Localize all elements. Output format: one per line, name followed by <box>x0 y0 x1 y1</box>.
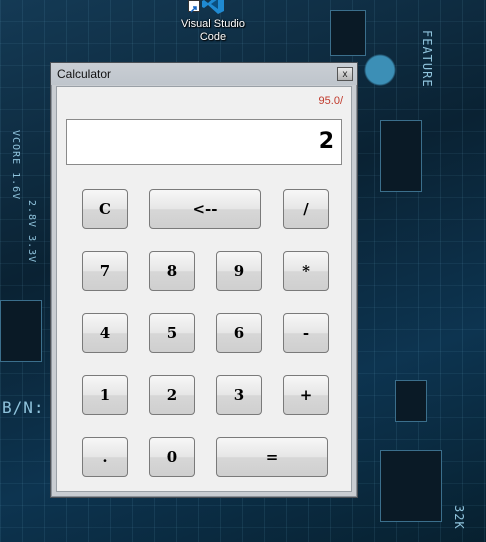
add-button[interactable]: + <box>283 375 329 415</box>
board-text: 2.8V 3.3V <box>26 200 37 264</box>
digit-9-button[interactable]: 9 <box>216 251 262 291</box>
calculator-body: 95.0/ 2 C <-- / 7 8 9 * 4 5 6 - 1 2 3 + … <box>56 86 352 492</box>
clear-button[interactable]: C <box>82 189 128 229</box>
board-chip <box>380 120 422 192</box>
close-button[interactable]: x <box>337 67 353 81</box>
digit-1-button[interactable]: 1 <box>82 375 128 415</box>
digit-7-button[interactable]: 7 <box>82 251 128 291</box>
multiply-button[interactable]: * <box>283 251 329 291</box>
window-title: Calculator <box>57 67 112 81</box>
backspace-button[interactable]: <-- <box>149 189 261 229</box>
digit-6-button[interactable]: 6 <box>216 313 262 353</box>
decimal-button[interactable]: . <box>82 437 128 477</box>
digit-8-button[interactable]: 8 <box>149 251 195 291</box>
digit-5-button[interactable]: 5 <box>149 313 195 353</box>
version-label: 95.0/ <box>318 95 343 107</box>
subtract-button[interactable]: - <box>283 313 329 353</box>
desktop-icon-vscode[interactable]: Visual Studio Code <box>176 0 250 50</box>
board-chip <box>380 450 442 522</box>
board-chip <box>395 380 427 422</box>
board-text: B/N: <box>2 398 45 417</box>
title-bar[interactable]: Calculator x <box>51 63 357 85</box>
board-text: VCORE 1.6V <box>10 130 21 201</box>
result-display[interactable]: 2 <box>66 119 342 165</box>
desktop-icon-label: Visual Studio Code <box>180 18 245 43</box>
equals-button[interactable]: = <box>216 437 328 477</box>
board-chip <box>0 300 42 362</box>
divide-button[interactable]: / <box>283 189 329 229</box>
digit-2-button[interactable]: 2 <box>149 375 195 415</box>
digit-0-button[interactable]: 0 <box>149 437 195 477</box>
shortcut-arrow-icon <box>188 0 200 13</box>
board-text: 32K <box>452 505 466 530</box>
digit-3-button[interactable]: 3 <box>216 375 262 415</box>
board-chip <box>330 10 366 56</box>
vscode-icon <box>202 0 224 14</box>
calculator-window: Calculator x 95.0/ 2 C <-- / 7 8 9 * 4 5… <box>50 62 358 498</box>
digit-4-button[interactable]: 4 <box>82 313 128 353</box>
board-text: FEATURE <box>420 30 434 88</box>
